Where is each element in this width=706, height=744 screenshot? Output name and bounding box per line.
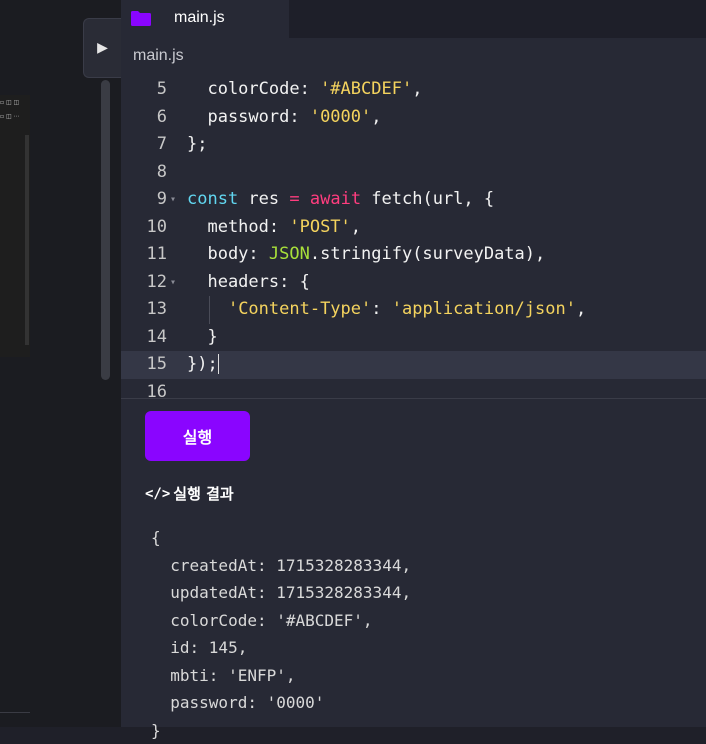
text-cursor	[218, 354, 219, 374]
code-line[interactable]: 8	[121, 159, 706, 187]
code-token: }	[187, 327, 218, 347]
line-number: 9	[121, 186, 167, 214]
output-line: mbti: 'ENFP',	[151, 662, 296, 690]
code-token: '0000'	[310, 107, 371, 127]
code-token	[300, 189, 310, 209]
tab-bar: main.js	[121, 0, 706, 38]
line-number: 8	[121, 159, 167, 187]
line-number: 10	[121, 214, 167, 242]
line-number: 6	[121, 104, 167, 132]
code-text: method: 'POST',	[187, 214, 361, 242]
code-token: 'Content-Type'	[228, 299, 371, 319]
result-title: 실행 결과	[173, 483, 233, 504]
code-token: headers: {	[187, 272, 310, 292]
code-line[interactable]: 15});	[121, 351, 706, 379]
thumbnail-scrollbar	[25, 135, 29, 345]
code-token: .stringify(surveyData),	[310, 244, 545, 264]
code-text: body: JSON.stringify(surveyData),	[187, 241, 545, 269]
code-token: method:	[187, 217, 289, 237]
output-line: updatedAt: 1715328283344,	[151, 579, 411, 607]
code-line[interactable]: 7};	[121, 131, 706, 159]
code-line[interactable]: 6 password: '0000',	[121, 104, 706, 132]
code-token: ,	[576, 299, 586, 319]
code-panel: main.js main.js 5 colorCode: '#ABCDEF',6…	[121, 0, 706, 727]
code-token: body:	[187, 244, 269, 264]
divider	[0, 712, 30, 713]
code-token: ,	[351, 217, 361, 237]
code-line[interactable]: 10 method: 'POST',	[121, 214, 706, 242]
output-line: {	[151, 524, 161, 552]
scrollbar[interactable]	[101, 80, 110, 380]
code-token: ,	[371, 107, 381, 127]
code-text: const res = await fetch(url, {	[187, 186, 494, 214]
result-header: </> 실행 결과	[145, 483, 234, 504]
line-number: 13	[121, 296, 167, 324]
code-token: await	[310, 189, 361, 209]
code-line[interactable]: 12▾ headers: {	[121, 269, 706, 297]
code-token: JSON	[269, 244, 310, 264]
run-button[interactable]: 실행	[145, 411, 250, 461]
line-number: 7	[121, 131, 167, 159]
code-token: ,	[412, 79, 422, 99]
code-line[interactable]: 11 body: JSON.stringify(surveyData),	[121, 241, 706, 269]
line-number: 14	[121, 324, 167, 352]
code-icon: </>	[145, 486, 170, 502]
line-number: 16	[121, 379, 167, 399]
code-token: colorCode:	[187, 79, 320, 99]
expand-panel-button[interactable]: ▶	[83, 18, 121, 78]
thumbnail-icons-row-2: ▫ ◫ ⋯	[0, 113, 20, 120]
code-token	[187, 299, 228, 319]
folder-icon	[131, 11, 151, 26]
code-text: };	[187, 131, 207, 159]
output-line: createdAt: 1715328283344,	[151, 552, 411, 580]
code-token: :	[371, 299, 391, 319]
code-token: 'POST'	[289, 217, 350, 237]
tab-label: main.js	[174, 9, 225, 27]
code-text: 'Content-Type': 'application/json',	[187, 296, 586, 324]
line-number: 5	[121, 76, 167, 104]
code-line[interactable]: 13 'Content-Type': 'application/json',	[121, 296, 706, 324]
thumbnail-icons-row-1: ▫ ◫ ◫	[0, 99, 19, 106]
code-text: password: '0000',	[187, 104, 382, 132]
editor-divider	[121, 398, 706, 399]
code-line[interactable]: 5 colorCode: '#ABCDEF',	[121, 76, 706, 104]
output-line: colorCode: '#ABCDEF',	[151, 607, 373, 635]
code-token: fetch(url, {	[361, 189, 494, 209]
editor-thumbnail: ▫ ◫ ◫ ▫ ◫ ⋯	[0, 95, 30, 357]
line-number: 15	[121, 351, 167, 379]
code-editor[interactable]: 5 colorCode: '#ABCDEF',6 password: '0000…	[121, 76, 706, 398]
code-line[interactable]: 16	[121, 379, 706, 399]
code-text: headers: {	[187, 269, 310, 297]
code-text: });	[187, 351, 219, 379]
code-token: res	[238, 189, 289, 209]
output-line: id: 145,	[151, 634, 247, 662]
output-line: }	[151, 717, 161, 744]
line-number: 12	[121, 269, 167, 297]
tab-main-js[interactable]: main.js	[121, 0, 289, 38]
code-token: password:	[187, 107, 310, 127]
file-breadcrumb: main.js	[133, 47, 184, 65]
code-text: }	[187, 324, 218, 352]
code-text: colorCode: '#ABCDEF',	[187, 76, 422, 104]
output-line: password: '0000'	[151, 689, 324, 717]
code-line[interactable]: 14 }	[121, 324, 706, 352]
play-icon: ▶	[97, 40, 108, 56]
code-token: });	[187, 354, 218, 374]
code-line[interactable]: 9▾ const res = await fetch(url, {	[121, 186, 706, 214]
code-token: =	[289, 189, 299, 209]
code-token: const	[187, 189, 238, 209]
code-token: '#ABCDEF'	[320, 79, 412, 99]
code-token: };	[187, 134, 207, 154]
fold-chevron-icon[interactable]: ▾	[170, 186, 176, 214]
fold-chevron-icon[interactable]: ▾	[170, 269, 176, 297]
line-number: 11	[121, 241, 167, 269]
code-token: 'application/json'	[392, 299, 576, 319]
